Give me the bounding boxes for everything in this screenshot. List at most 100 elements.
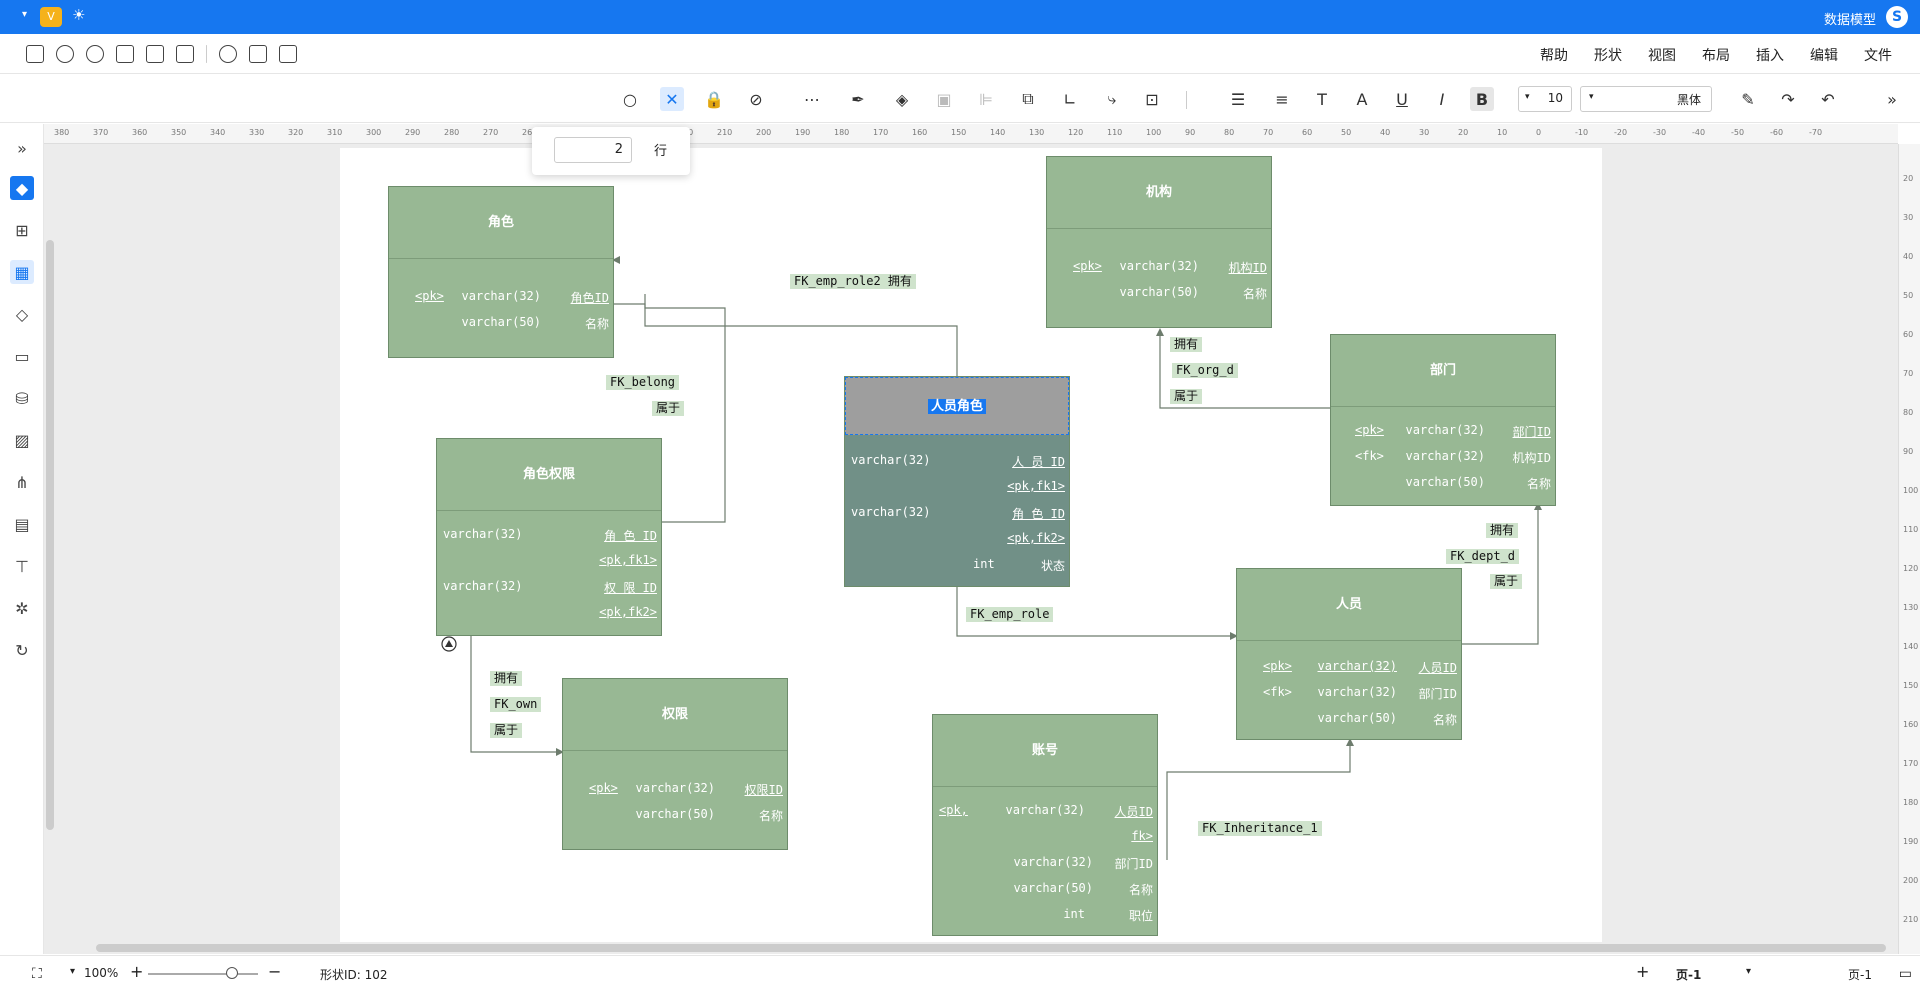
ruler-tick: -40 [1692,128,1706,137]
entity-perm[interactable]: 权限 权限ID varchar(32) <pk> 名称 varchar(50) [562,678,788,850]
row-count-input[interactable]: 2 [554,137,632,163]
relationship-label[interactable]: 属于 [490,723,523,738]
collapse-panel-icon[interactable]: » [1880,87,1904,111]
underline-button[interactable]: U [1390,87,1414,111]
entity-account[interactable]: 账号 人员ID varchar(32) <pk, fk> 部门ID varcha… [932,714,1158,936]
menu-edit[interactable]: 编辑 [1810,45,1838,65]
menu-shape[interactable]: 形状 [1594,45,1622,65]
entity-dept[interactable]: 部门 部门ID varchar(32) <pk> 机构ID varchar(32… [1330,334,1556,506]
chevron-down-icon[interactable]: ▾ [1746,966,1751,977]
template-icon[interactable]: ▤ [10,512,34,536]
menu-view[interactable]: 视图 [1648,45,1676,65]
italic-button[interactable]: I [1430,87,1454,111]
fullscreen-icon[interactable] [279,45,297,63]
org-chart-icon[interactable]: ⋔ [10,470,34,494]
menu-insert[interactable]: 插入 [1756,45,1784,65]
fill-color-icon[interactable]: ◈ [890,87,914,111]
theme-toggle-icon[interactable]: ☀ [72,6,85,24]
image-icon[interactable]: ▨ [10,428,34,452]
download-icon[interactable] [146,45,164,63]
relationship-label[interactable]: FK_own [490,697,542,712]
entity-emp-role[interactable]: 人员角色 人 员 ID varchar(32) <pk,fk1> 角 色 ID … [844,376,1070,587]
horizontal-scrollbar[interactable] [96,944,1886,952]
chevron-down-icon[interactable]: ▾ [70,966,75,977]
bold-button[interactable]: B [1470,87,1494,111]
connector-style-icon[interactable]: ⊤ [10,554,34,578]
lock-icon[interactable]: 🔒 [702,87,726,111]
line-style-icon[interactable]: ⋯ [800,87,824,111]
relationship-label[interactable]: FK_belong [606,375,680,390]
relationship-label[interactable]: 拥有 [490,671,523,686]
layers-icon[interactable]: ◇ [10,302,34,326]
panel-toggle-icon[interactable]: ▭ [1899,966,1912,982]
zoom-level[interactable]: 100% [84,966,118,980]
zoom-in-icon[interactable]: + [130,962,143,981]
presentation-icon[interactable]: ▭ [10,344,34,368]
relationship-label[interactable]: 拥有 [1486,523,1519,538]
shadow-icon[interactable]: ⊘ [744,87,768,111]
page-tab[interactable]: 页-1 [1848,966,1872,983]
tools-icon[interactable]: ✕ [660,87,684,111]
relationship-label[interactable]: FK_Inheritance_1 [1198,821,1322,836]
entity-org[interactable]: 机构 机构ID varchar(32) <pk> 名称 varchar(50) [1046,156,1272,328]
style-panel-icon[interactable]: ◆ [10,176,34,200]
expand-panel-icon[interactable]: » [10,136,34,160]
database-icon[interactable]: ⛁ [10,386,34,410]
text-box-icon[interactable]: ⊡ [1140,87,1164,111]
zoom-out-icon[interactable]: − [268,962,281,981]
share-icon[interactable] [86,45,104,63]
page-label[interactable]: 页-1 [1676,966,1701,983]
relationship-label[interactable]: 属于 [1490,574,1523,589]
menu-file[interactable]: 文件 [1864,45,1892,65]
fit-page-icon[interactable]: ⛶ [32,966,42,982]
vip-badge-icon[interactable]: V [40,7,62,27]
mindmap-icon[interactable]: ✲ [10,596,34,620]
shirt-icon[interactable] [26,45,44,63]
export-icon[interactable] [116,45,134,63]
add-page-icon[interactable]: + [1636,962,1649,981]
arrange-icon[interactable]: ⧉ [1016,87,1040,111]
relationship-label[interactable]: FK_org_d [1172,363,1238,378]
grid-view-icon[interactable]: ▦ [10,260,34,284]
entity-emp[interactable]: 人员 人员ID varchar(32) <pk> 部门ID varchar(32… [1236,568,1462,740]
shape-id: 形状ID: 102 [320,968,388,982]
zoom-slider[interactable] [148,973,258,975]
relationship-label[interactable]: FK_emp_role [966,607,1054,622]
history-icon[interactable]: ↻ [10,638,34,662]
align-objects-icon[interactable]: ⊫ [974,87,998,111]
shape-add-icon[interactable]: ⊞ [10,218,34,242]
search-icon[interactable]: ○ [618,87,642,111]
undo-icon[interactable]: ↶ [1816,87,1840,111]
redo-icon[interactable]: ↷ [1776,87,1800,111]
menu-help[interactable]: 帮助 [1540,45,1568,65]
zoom-slider-handle[interactable] [226,967,238,979]
font-family-select[interactable]: ▾ 黑体 [1580,86,1712,112]
group-icon[interactable]: ▣ [932,87,956,111]
relationship-label[interactable]: 属于 [1170,389,1203,404]
line-color-icon[interactable]: ✒ [846,87,870,111]
field-type: int [1063,907,1085,921]
format-painter-icon[interactable]: ✎ [1736,87,1760,111]
vertical-scrollbar[interactable] [46,240,54,830]
entity-role[interactable]: 角色 角色ID varchar(32) <pk> 名称 varchar(50) [388,186,614,358]
menu-layout[interactable]: 布局 [1702,45,1730,65]
align-icon[interactable]: ≡ [1270,87,1294,111]
entity-role-perm[interactable]: 角色权限 角 色 ID varchar(32) <pk,fk1> 权 限 ID … [436,438,662,636]
field-name: 部门ID [1418,687,1457,701]
relationship-label[interactable]: 拥有 [1170,337,1203,352]
save-icon[interactable] [176,45,194,63]
entity-title: 人员 [1237,569,1461,641]
font-size-select[interactable]: ▾ 10 [1518,86,1572,112]
connector-icon[interactable]: ⤷ [1100,87,1124,111]
line-spacing-icon[interactable]: ☰ [1226,87,1250,111]
font-color-button[interactable]: A [1350,87,1374,111]
relationship-label[interactable]: FK_emp_role2 拥有 [790,274,916,289]
glasses-icon[interactable] [56,45,74,63]
line-type-icon[interactable]: ∟ [1058,87,1082,111]
send-icon[interactable] [249,45,267,63]
play-icon[interactable] [219,45,237,63]
text-size-button[interactable]: T [1310,87,1334,111]
relationship-label[interactable]: FK_dept_d [1446,549,1520,564]
chevron-down-icon[interactable]: ▾ [22,9,27,20]
relationship-label[interactable]: 属于 [652,401,685,416]
